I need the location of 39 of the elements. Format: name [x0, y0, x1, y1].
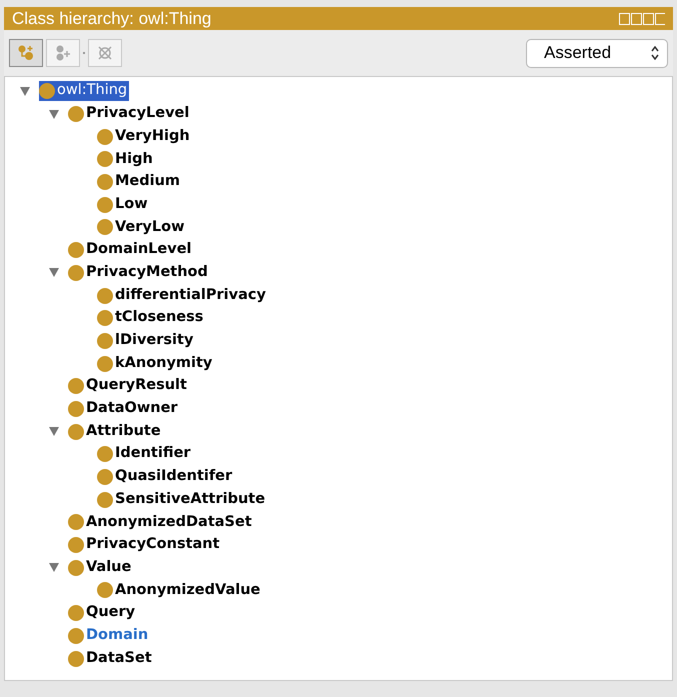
tree-item[interactable]: differentialPrivacy — [97, 286, 268, 306]
tree-item[interactable]: SensitiveAttribute — [97, 490, 268, 510]
tree-item[interactable]: High — [97, 149, 155, 170]
toolbar-button[interactable] — [9, 39, 43, 67]
tree-item[interactable]: AnonymizedValue — [97, 580, 262, 600]
tree-item[interactable]: DataOwner — [68, 398, 180, 419]
tree-item[interactable]: tCloseness — [97, 308, 206, 328]
tree-item[interactable]: Medium — [97, 172, 182, 192]
add-subclass-icon — [17, 44, 35, 62]
tree-item[interactable]: Identifier — [97, 444, 193, 464]
tree-item[interactable]: kAnonymity — [97, 354, 214, 374]
tree-item[interactable]: Attribute — [68, 422, 163, 442]
updown-caret-icon — [651, 46, 659, 60]
add-sibling-icon — [54, 44, 72, 62]
tree-item[interactable]: Domain — [68, 626, 150, 646]
view-select[interactable]: Asserted — [526, 38, 668, 68]
window-controls-icon[interactable] — [619, 12, 665, 24]
tree-item[interactable]: QuasiIdentifer — [97, 467, 234, 488]
tree-item[interactable]: PrivacyMethod — [68, 262, 210, 283]
tree-item[interactable]: QueryResult — [68, 376, 189, 396]
tree-item[interactable]: DomainLevel — [68, 240, 194, 260]
expand-triangle-icon[interactable] — [49, 110, 59, 119]
tree-item[interactable]: PrivacyLevel — [68, 104, 192, 124]
tree-item[interactable]: Low — [97, 194, 150, 215]
expand-triangle-icon[interactable] — [49, 427, 59, 436]
tree-item[interactable]: owl:Thing — [39, 81, 130, 102]
panel-title: Class hierarchy: owl:Thing — [12, 8, 212, 30]
tree-item[interactable]: Value — [68, 558, 134, 578]
tree-item[interactable]: PrivacyConstant — [68, 535, 222, 556]
tree-item[interactable]: lDiversity — [97, 330, 196, 351]
tree-item[interactable]: VeryLow — [97, 217, 186, 238]
tree-item[interactable]: DataSet — [68, 648, 154, 669]
tree-item[interactable]: Query — [68, 603, 138, 624]
expand-triangle-icon[interactable] — [49, 268, 59, 278]
tree-item[interactable]: AnonymizedDataSet — [68, 512, 254, 532]
delete-icon — [96, 44, 114, 62]
tree-item[interactable]: VeryHigh — [97, 126, 192, 147]
expand-triangle-icon[interactable] — [49, 563, 59, 572]
expand-triangle-icon[interactable] — [20, 86, 30, 96]
